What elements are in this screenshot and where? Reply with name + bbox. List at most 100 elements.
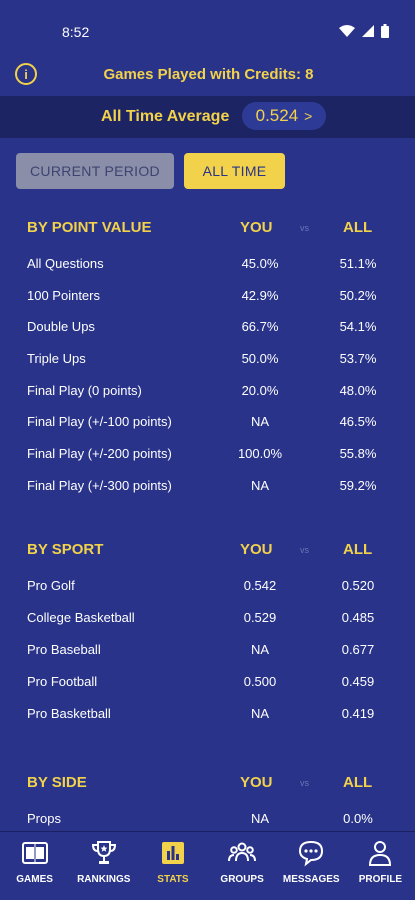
- all-time-button[interactable]: ALL TIME: [184, 153, 285, 189]
- nav-label: GROUPS: [220, 874, 264, 885]
- average-value-button[interactable]: 0.524 >: [242, 102, 326, 130]
- row-all-value: 0.419: [341, 706, 375, 721]
- table-row: Final Play (+/-300 points) NA 59.2%: [0, 478, 415, 496]
- status-bar: 8:52: [0, 0, 415, 60]
- all-header: ALL: [343, 541, 373, 558]
- nav-label: RANKINGS: [77, 874, 131, 885]
- row-all-value: 50.2%: [339, 288, 377, 303]
- row-label: All Questions: [27, 256, 104, 271]
- average-bar: All Time Average 0.524 >: [0, 96, 415, 138]
- nav-item-groups[interactable]: GROUPS: [208, 832, 277, 900]
- row-you-value: NA: [250, 811, 270, 826]
- nav-label: GAMES: [16, 874, 53, 885]
- row-label: Triple Ups: [27, 351, 86, 366]
- row-you-value: NA: [250, 478, 270, 493]
- row-label: Final Play (0 points): [27, 383, 142, 398]
- nav-item-messages[interactable]: MESSAGES: [277, 832, 346, 900]
- row-all-value: 0.459: [341, 674, 375, 689]
- row-all-value: 53.7%: [339, 351, 377, 366]
- table-row: Pro Basketball NA 0.419: [0, 706, 415, 724]
- row-label: Pro Basketball: [27, 706, 111, 721]
- you-header: YOU: [240, 541, 273, 558]
- battery-icon: [381, 24, 389, 38]
- section-header-side: BY SIDE YOU vs ALL: [0, 774, 415, 794]
- nav-label: MESSAGES: [282, 874, 340, 885]
- row-you-value: 0.529: [243, 610, 277, 625]
- table-row: College Basketball 0.529 0.485: [0, 610, 415, 628]
- table-row: Pro Golf 0.542 0.520: [0, 578, 415, 596]
- nav-item-rankings[interactable]: RANKINGS: [69, 832, 138, 900]
- bottom-nav: GAMES RANKINGS STATS GROUPS MESSAGES PRO…: [0, 831, 415, 900]
- row-label: Final Play (+/-100 points): [27, 414, 172, 429]
- row-all-value: 59.2%: [339, 478, 377, 493]
- all-header: ALL: [343, 774, 373, 791]
- row-label: Final Play (+/-300 points): [27, 478, 172, 493]
- table-row: All Questions 45.0% 51.1%: [0, 256, 415, 274]
- row-you-value: NA: [250, 642, 270, 657]
- row-label: College Basketball: [27, 610, 135, 625]
- trophy-icon: [91, 841, 116, 864]
- table-row: Final Play (+/-200 points) 100.0% 55.8%: [0, 446, 415, 464]
- vs-label: vs: [300, 223, 309, 233]
- row-you-value: 20.0%: [241, 383, 279, 398]
- row-you-value: 45.0%: [241, 256, 279, 271]
- row-all-value: 48.0%: [339, 383, 377, 398]
- current-period-button[interactable]: CURRENT PERIOD: [16, 153, 174, 189]
- status-time: 8:52: [62, 24, 90, 40]
- average-label: All Time Average: [101, 108, 230, 125]
- row-label: 100 Pointers: [27, 288, 100, 303]
- row-all-value: 0.485: [341, 610, 375, 625]
- row-you-value: 50.0%: [241, 351, 279, 366]
- table-row: Triple Ups 50.0% 53.7%: [0, 351, 415, 369]
- row-label: Pro Golf: [27, 578, 75, 593]
- section-title: BY SPORT: [27, 541, 104, 558]
- row-label: Final Play (+/-200 points): [27, 446, 172, 461]
- table-row: Props NA 0.0%: [0, 811, 415, 829]
- row-all-value: 0.0%: [343, 811, 373, 826]
- row-all-value: 54.1%: [339, 319, 377, 334]
- nav-item-profile[interactable]: PROFILE: [346, 832, 415, 900]
- table-row: 100 Pointers 42.9% 50.2%: [0, 288, 415, 306]
- chevron-right-icon: >: [304, 108, 313, 124]
- table-row: Pro Baseball NA 0.677: [0, 642, 415, 660]
- nav-item-games[interactable]: GAMES: [0, 832, 69, 900]
- table-row: Double Ups 66.7% 54.1%: [0, 319, 415, 337]
- section-header-sport: BY SPORT YOU vs ALL: [0, 541, 415, 561]
- vs-label: vs: [300, 545, 309, 555]
- average-value: 0.524: [255, 106, 299, 125]
- credits-text: Games Played with Credits: 8: [103, 66, 314, 83]
- stats-icon: [161, 842, 184, 864]
- vs-label: vs: [300, 778, 309, 788]
- table-row: Final Play (0 points) 20.0% 48.0%: [0, 383, 415, 401]
- row-all-value: 46.5%: [339, 414, 377, 429]
- you-header: YOU: [240, 219, 273, 236]
- row-all-value: 55.8%: [339, 446, 377, 461]
- section-title: BY POINT VALUE: [27, 219, 152, 236]
- signal-icon: [362, 25, 374, 37]
- wifi-icon: [339, 25, 355, 37]
- status-icons: [339, 24, 389, 38]
- nav-label: STATS: [157, 874, 189, 885]
- row-you-value: NA: [250, 414, 270, 429]
- row-label: Props: [27, 811, 61, 826]
- profile-icon: [369, 841, 392, 866]
- messages-icon: [299, 840, 324, 867]
- section-header-point-value: BY POINT VALUE YOU vs ALL: [0, 219, 415, 239]
- table-row: Final Play (+/-100 points) NA 46.5%: [0, 414, 415, 432]
- row-you-value: 66.7%: [241, 319, 279, 334]
- all-header: ALL: [343, 219, 373, 236]
- nav-item-stats[interactable]: STATS: [138, 832, 207, 900]
- row-all-value: 0.520: [341, 578, 375, 593]
- section-title: BY SIDE: [27, 774, 87, 791]
- row-all-value: 51.1%: [339, 256, 377, 271]
- row-label: Pro Baseball: [27, 642, 101, 657]
- groups-icon: [228, 842, 257, 862]
- credits-bar: i Games Played with Credits: 8: [0, 60, 415, 96]
- row-all-value: 0.677: [341, 642, 375, 657]
- row-label: Pro Football: [27, 674, 98, 689]
- you-header: YOU: [240, 774, 273, 791]
- table-row: Pro Football 0.500 0.459: [0, 674, 415, 692]
- row-label: Double Ups: [27, 319, 95, 334]
- row-you-value: 0.542: [243, 578, 277, 593]
- games-icon: [21, 842, 48, 864]
